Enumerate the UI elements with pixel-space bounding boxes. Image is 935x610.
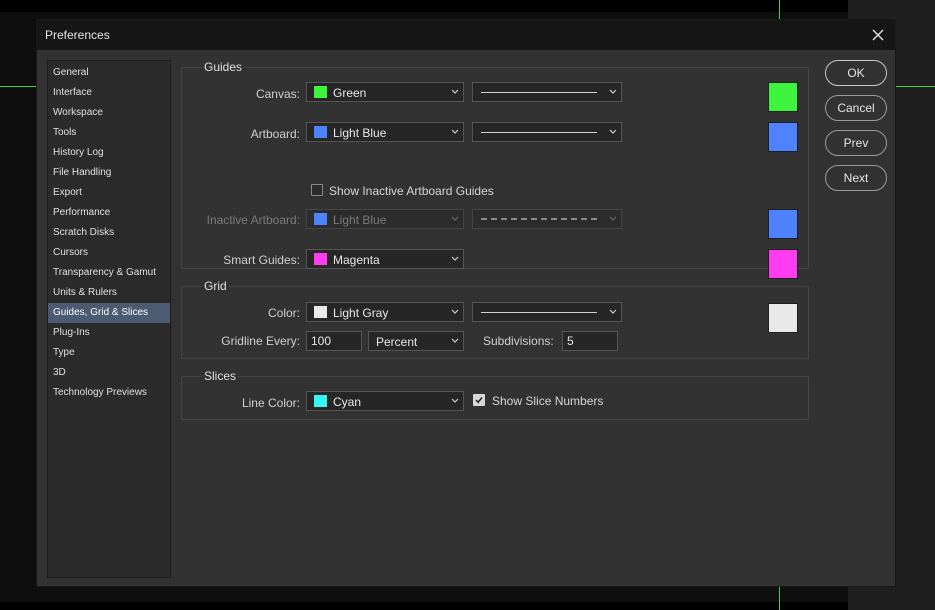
smart-guides-color-value: Magenta [333, 253, 380, 267]
prev-button[interactable]: Prev [825, 130, 887, 156]
inactive-artboard-swatch [314, 213, 327, 225]
guides-section-title: Guides [202, 60, 245, 74]
sidebar-item-scratch-disks[interactable]: Scratch Disks [48, 223, 170, 243]
canvas-guide-horizontal-left [0, 86, 36, 87]
preferences-dialog: Preferences General Interface Workspace … [36, 19, 896, 587]
canvas-guide-vertical-bottom [779, 587, 780, 610]
show-slice-numbers-label: Show Slice Numbers [492, 394, 604, 408]
canvas-guide-label: Canvas: [255, 87, 300, 101]
preferences-sidebar: General Interface Workspace Tools Histor… [47, 60, 171, 578]
canvas-guide-vertical [779, 0, 780, 19]
chevron-down-icon [609, 129, 617, 134]
sidebar-item-guides-grid-slices[interactable]: Guides, Grid & Slices [48, 303, 170, 323]
slice-line-color-dropdown[interactable]: Cyan [306, 391, 464, 411]
checkmark-icon [475, 397, 483, 404]
chevron-down-icon [451, 256, 459, 261]
sidebar-item-performance[interactable]: Performance [48, 203, 170, 223]
inactive-artboard-color-value: Light Blue [333, 213, 387, 227]
grid-color-dropdown[interactable]: Light Gray [306, 302, 464, 322]
close-button[interactable] [867, 24, 889, 46]
canvas-guide-swatch [314, 86, 327, 98]
sidebar-item-units-rulers[interactable]: Units & Rulers [48, 283, 170, 303]
inactive-artboard-color-dropdown[interactable]: Light Blue [306, 209, 464, 229]
grid-section: Grid Color: Light Gray Gridline Every: 1… [181, 279, 809, 359]
chevron-down-icon [609, 216, 617, 221]
canvas-guide-color-well[interactable] [768, 82, 798, 112]
slices-section: Slices Line Color: Cyan Show Slice Numbe… [181, 369, 809, 420]
chevron-down-icon [451, 309, 459, 314]
sidebar-item-plug-ins[interactable]: Plug-Ins [48, 323, 170, 343]
sidebar-item-cursors[interactable]: Cursors [48, 243, 170, 263]
show-inactive-artboard-guides-checkbox[interactable] [311, 184, 323, 196]
solid-line-sample [481, 92, 597, 93]
sidebar-item-tools[interactable]: Tools [48, 123, 170, 143]
sidebar-item-export[interactable]: Export [48, 183, 170, 203]
chevron-down-icon [609, 309, 617, 314]
slice-line-color-swatch [314, 395, 327, 407]
sidebar-item-3d[interactable]: 3D [48, 363, 170, 383]
slice-line-color-value: Cyan [333, 395, 362, 409]
canvas-guide-style-dropdown[interactable] [472, 82, 622, 102]
artboard-guide-swatch [314, 126, 327, 138]
chevron-down-icon [451, 89, 459, 94]
dashed-line-sample [481, 218, 597, 220]
artboard-guide-color-dropdown[interactable]: Light Blue [306, 122, 464, 142]
solid-line-sample [481, 312, 597, 313]
sidebar-item-interface[interactable]: Interface [48, 83, 170, 103]
close-icon [872, 29, 884, 41]
grid-color-swatch [314, 306, 327, 318]
guides-section: Guides Canvas: Green Artboard: Light Blu… [181, 60, 809, 279]
sidebar-item-workspace[interactable]: Workspace [48, 103, 170, 123]
grid-section-title: Grid [202, 279, 229, 293]
subdivisions-input[interactable]: 5 [562, 331, 618, 351]
artboard-guide-style-dropdown[interactable] [472, 122, 622, 142]
sidebar-item-transparency-gamut[interactable]: Transparency & Gamut [48, 263, 170, 283]
grid-style-dropdown[interactable] [472, 302, 622, 322]
sidebar-item-general[interactable]: General [48, 63, 170, 83]
inactive-artboard-style-dropdown[interactable] [472, 209, 622, 229]
chevron-down-icon [451, 398, 459, 403]
inactive-artboard-label: Inactive Artboard: [206, 213, 300, 227]
grid-color-label: Color: [267, 306, 300, 320]
sidebar-item-technology-previews[interactable]: Technology Previews [48, 383, 170, 403]
show-inactive-artboard-guides-label: Show Inactive Artboard Guides [329, 184, 494, 198]
chevron-down-icon [451, 129, 459, 134]
canvas-guide-horizontal-right [896, 86, 935, 87]
cancel-button[interactable]: Cancel [825, 95, 887, 121]
gridline-unit-value: Percent [376, 335, 418, 349]
subdivisions-label: Subdivisions: [483, 334, 554, 348]
artboard-guide-color-value: Light Blue [333, 126, 387, 140]
grid-color-value: Light Gray [333, 306, 389, 320]
smart-guides-color-dropdown[interactable]: Magenta [306, 249, 464, 269]
dialog-title: Preferences [45, 28, 110, 42]
gridline-every-input[interactable]: 100 [306, 331, 362, 351]
smart-guides-label: Smart Guides: [223, 253, 300, 267]
chevron-down-icon [451, 216, 459, 221]
slices-section-title: Slices [202, 369, 239, 383]
gridline-unit-dropdown[interactable]: Percent [368, 331, 464, 351]
artboard-guide-label: Artboard: [250, 127, 300, 141]
gridline-every-label: Gridline Every: [221, 334, 300, 348]
chevron-down-icon [451, 338, 459, 343]
smart-guides-swatch [314, 253, 327, 265]
sidebar-item-history-log[interactable]: History Log [48, 143, 170, 163]
canvas-guide-color-dropdown[interactable]: Green [306, 82, 464, 102]
dialog-titlebar: Preferences [37, 20, 895, 50]
next-button[interactable]: Next [825, 165, 887, 191]
grid-color-well[interactable] [768, 303, 798, 333]
artboard-guide-color-well[interactable] [768, 122, 798, 152]
chevron-down-icon [609, 89, 617, 94]
smart-guides-color-well[interactable] [768, 249, 798, 279]
sidebar-item-file-handling[interactable]: File Handling [48, 163, 170, 183]
slice-line-color-label: Line Color: [241, 396, 300, 410]
inactive-artboard-color-well[interactable] [768, 209, 798, 239]
show-slice-numbers-checkbox[interactable] [473, 394, 485, 406]
ok-button[interactable]: OK [825, 60, 887, 86]
solid-line-sample [481, 132, 597, 133]
canvas-guide-color-value: Green [333, 86, 367, 100]
sidebar-item-type[interactable]: Type [48, 343, 170, 363]
